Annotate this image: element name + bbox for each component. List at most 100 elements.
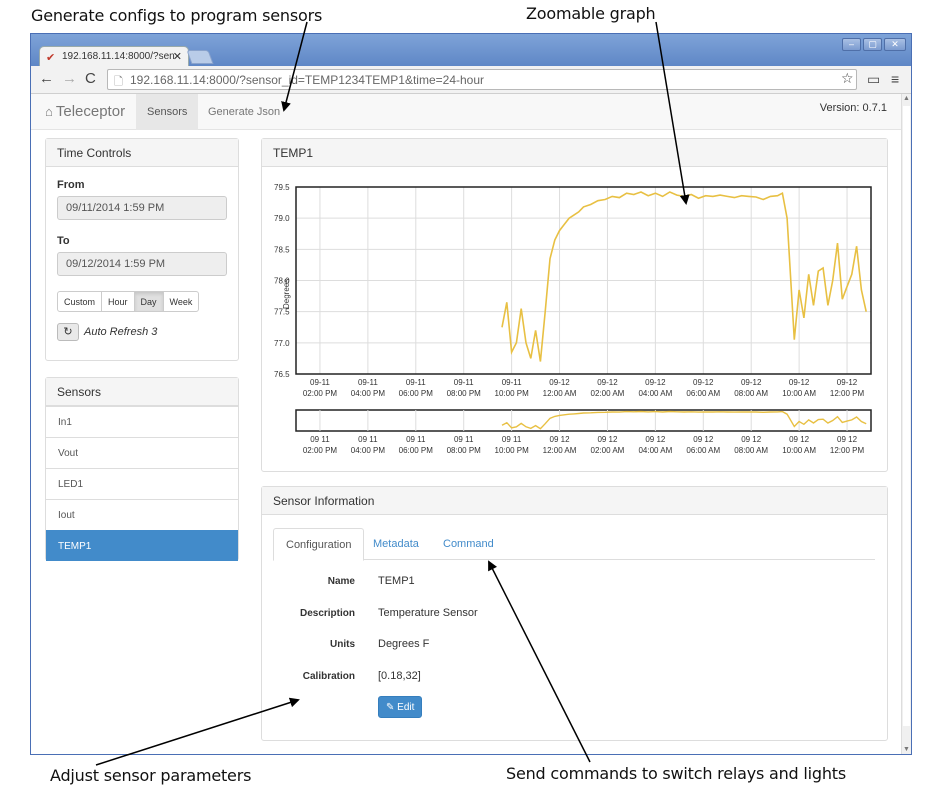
time-controls-heading: Time Controls	[46, 139, 238, 167]
refresh-icon[interactable]: ↻	[57, 323, 79, 341]
range-day-button[interactable]: Day	[133, 291, 164, 312]
x-tick-label: 09-11	[406, 378, 426, 387]
x-tick-label: 04:00 AM	[638, 389, 672, 398]
x-tick-label: 09-11	[502, 378, 522, 387]
sensors-heading: Sensors	[46, 378, 238, 406]
edit-button-label: Edit	[397, 702, 415, 713]
time-controls-panel: Time Controls From 09/11/2014 1:59 PM To…	[45, 138, 239, 361]
from-date-input[interactable]: 09/11/2014 1:59 PM	[57, 196, 227, 220]
navigator-tick-label: 06:00 PM	[399, 446, 434, 455]
annotation-send-commands: Send commands to switch relays and light…	[506, 764, 846, 783]
close-tab-icon[interactable]: ✕	[173, 50, 182, 63]
navigator-tick-label: 10:00 AM	[782, 446, 816, 455]
auto-refresh-label: Auto Refresh 3	[84, 326, 158, 338]
version-label: Version: 0.7.1	[819, 102, 887, 114]
sensor-item-temp1[interactable]: TEMP1	[46, 530, 238, 561]
x-tick-label: 10:00 PM	[495, 389, 530, 398]
navigator-tick-label: 12:00 AM	[543, 446, 577, 455]
navigator-tick-label: 10:00 PM	[495, 446, 530, 455]
maximize-window-icon[interactable]: ▢	[863, 38, 882, 51]
navigator-tick-label: 09 11	[502, 435, 522, 444]
navigator-tick-label: 09 12	[693, 435, 714, 444]
scroll-down-icon[interactable]: ▼	[903, 746, 910, 753]
y-tick-label: 79.0	[274, 214, 290, 223]
range-custom-button[interactable]: Custom	[57, 291, 103, 312]
home-icon: ⌂	[45, 104, 53, 119]
description-label: Description	[299, 608, 355, 619]
x-tick-label: 02:00 PM	[303, 389, 338, 398]
scroll-up-icon[interactable]: ▲	[903, 95, 910, 102]
name-label: Name	[327, 576, 355, 587]
y-tick-label: 77.0	[274, 339, 290, 348]
app-page: ⌂ Teleceptor Sensors Generate Json Versio…	[31, 94, 901, 754]
y-tick-label: 76.5	[274, 370, 290, 379]
scrollbar-thumb[interactable]	[903, 106, 910, 726]
reload-icon[interactable]: C	[85, 71, 96, 87]
back-icon[interactable]: ←	[39, 71, 54, 87]
x-tick-label: 09-12	[693, 378, 714, 387]
favicon-icon: ✔	[46, 52, 56, 64]
star-icon[interactable]: ☆	[841, 70, 854, 86]
tab-strip: ✔ 192.168.11.14:8000/?sen ✕ – ▢ ✕	[31, 34, 911, 66]
navigator-tick-label: 04:00 PM	[351, 446, 386, 455]
sensors-panel: Sensors In1 Vout LED1 Iout TEMP1	[45, 377, 239, 561]
configuration-fields: Name TEMP1 Description Temperature Senso…	[262, 487, 889, 742]
page-scrollbar[interactable]: ▲ ▼	[901, 94, 911, 754]
range-button-group: Custom Hour Day Week	[57, 291, 200, 312]
sensor-info-panel: Sensor Information Configuration Metadat…	[261, 486, 888, 741]
close-window-icon[interactable]: ✕	[884, 38, 906, 51]
x-tick-label: 12:00 AM	[543, 389, 577, 398]
range-hour-button[interactable]: Hour	[101, 291, 135, 312]
browser-tab[interactable]: ✔ 192.168.11.14:8000/?sen ✕	[39, 46, 189, 66]
navigator-tick-label: 09 12	[741, 435, 762, 444]
navigator-tick-label: 09 12	[597, 435, 618, 444]
range-week-button[interactable]: Week	[162, 291, 200, 312]
minimize-window-icon[interactable]: –	[842, 38, 861, 51]
sensor-item-vout[interactable]: Vout	[46, 437, 238, 468]
brand-name: Teleceptor	[55, 103, 126, 120]
browser-tab-title: 192.168.11.14:8000/?sen	[62, 51, 175, 62]
navigator-tick-label: 09 12	[837, 435, 858, 444]
x-tick-label: 08:00 PM	[447, 389, 482, 398]
sensor-item-in1[interactable]: In1	[46, 406, 238, 437]
new-tab-button[interactable]	[186, 50, 214, 64]
annotation-zoomable-graph: Zoomable graph	[526, 4, 656, 23]
address-bar-url: 192.168.11.14:8000/?sensor_id=TEMP1234TE…	[130, 73, 485, 87]
edit-button[interactable]: ✎ Edit	[378, 696, 422, 718]
cast-icon[interactable]: ▭	[867, 71, 880, 87]
menu-icon[interactable]: ≡	[891, 71, 899, 87]
navigator-tick-label: 09 12	[550, 435, 571, 444]
from-label: From	[57, 179, 85, 191]
navigator-tick-label: 08:00 PM	[447, 446, 482, 455]
browser-toolbar: ← → C 🗋 192.168.11.14:8000/?sensor_id=TE…	[31, 66, 911, 94]
calibration-label: Calibration	[302, 671, 355, 682]
x-tick-label: 09-11	[454, 378, 474, 387]
navigator-tick-label: 02:00 AM	[591, 446, 625, 455]
units-label: Units	[330, 639, 355, 650]
navigator-tick-label: 09 11	[406, 435, 426, 444]
screenshot-stage: Generate configs to program sensors Zoom…	[0, 0, 936, 792]
x-tick-label: 08:00 AM	[734, 389, 768, 398]
units-value: Degrees F	[378, 638, 430, 650]
description-value: Temperature Sensor	[378, 607, 478, 619]
navigator-tick-label: 09 12	[645, 435, 666, 444]
navigator-tick-label: 09 12	[789, 435, 810, 444]
calibration-value: [0.18,32]	[378, 670, 421, 682]
zoomable-chart[interactable]: 79.579.078.578.077.577.076.509-1102:00 P…	[262, 139, 889, 473]
sensor-item-iout[interactable]: Iout	[46, 499, 238, 530]
x-tick-label: 09-11	[310, 378, 330, 387]
sensor-item-led1[interactable]: LED1	[46, 468, 238, 499]
nav-generate-json[interactable]: Generate Json	[197, 94, 291, 130]
nav-sensors[interactable]: Sensors	[136, 94, 199, 130]
browser-window: ✔ 192.168.11.14:8000/?sen ✕ – ▢ ✕ ← → C …	[30, 33, 912, 755]
y-tick-label: 78.5	[274, 245, 290, 254]
address-bar[interactable]: 🗋 192.168.11.14:8000/?sensor_id=TEMP1234…	[107, 69, 857, 90]
x-tick-label: 04:00 PM	[351, 389, 386, 398]
y-axis-label: Degrees	[282, 279, 291, 309]
annotation-generate-configs: Generate configs to program sensors	[31, 6, 323, 25]
to-date-input[interactable]: 09/12/2014 1:59 PM	[57, 252, 227, 276]
forward-icon[interactable]: →	[62, 71, 77, 87]
pencil-icon: ✎	[386, 702, 395, 713]
brand-link[interactable]: ⌂ Teleceptor	[45, 103, 125, 120]
x-tick-label: 09-11	[358, 378, 378, 387]
